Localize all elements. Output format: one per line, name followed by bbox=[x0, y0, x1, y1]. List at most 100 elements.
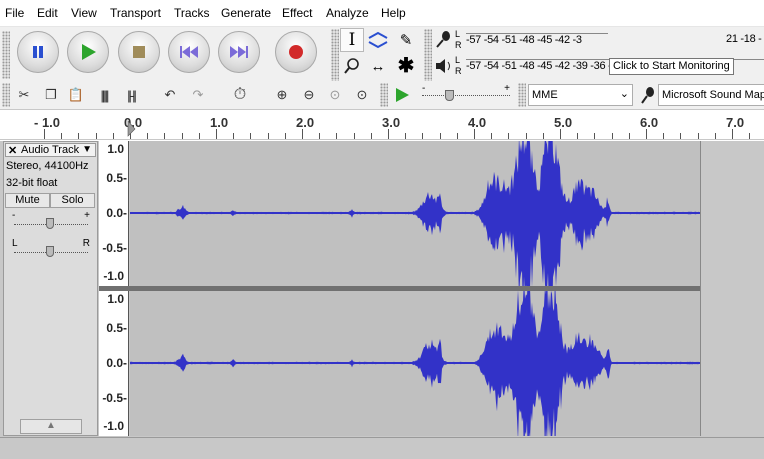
ruler-tick bbox=[44, 129, 45, 139]
toolbar-grip[interactable] bbox=[380, 83, 388, 107]
zoom-tool[interactable] bbox=[340, 54, 364, 78]
menu-effect[interactable]: Effect bbox=[282, 6, 312, 20]
collapse-track-button[interactable]: ▲ bbox=[20, 419, 82, 434]
microphone-icon bbox=[436, 31, 450, 48]
ruler-label: 2.0 bbox=[296, 115, 315, 130]
speed-minus-label: - bbox=[422, 83, 426, 94]
toolbar-grip[interactable] bbox=[2, 83, 10, 107]
waveform-right-channel[interactable] bbox=[130, 291, 700, 436]
scale-label: -0.5- bbox=[102, 391, 127, 405]
close-icon[interactable]: ✕ bbox=[8, 144, 17, 157]
toolbar-grip[interactable] bbox=[518, 83, 526, 107]
scale-label: 1.0 bbox=[107, 292, 124, 306]
mute-button[interactable]: Mute bbox=[5, 193, 50, 208]
sync-lock-button[interactable]: ⏱ bbox=[228, 83, 252, 107]
record-meter[interactable]: -57 -54 -51 -48 -45 -42 -3 bbox=[466, 33, 608, 55]
silence-audio-icon: ||-|| bbox=[127, 87, 137, 103]
track-control-panel: ✕ Audio Track ▼ Stereo, 44100Hz 32-bit f… bbox=[3, 141, 98, 436]
record-button[interactable] bbox=[275, 31, 317, 73]
gain-slider[interactable]: - + bbox=[12, 210, 90, 230]
waveform-right-svg bbox=[130, 291, 700, 436]
silence-button[interactable]: ||-|| bbox=[119, 83, 143, 107]
undo-button[interactable]: ↶ bbox=[158, 83, 182, 107]
ruler-tick bbox=[474, 129, 475, 139]
paste-button[interactable]: 📋 bbox=[64, 83, 88, 107]
chevron-down-icon: ⌄ bbox=[619, 88, 629, 100]
audio-host-select[interactable]: MME ⌄ bbox=[528, 84, 633, 106]
menu-help[interactable]: Help bbox=[381, 6, 406, 20]
track-name[interactable]: Audio Track bbox=[21, 144, 79, 156]
zoom-out-button[interactable]: ⊖ bbox=[297, 83, 321, 107]
gain-slider-thumb[interactable] bbox=[46, 218, 54, 229]
play-head-icon bbox=[127, 120, 136, 137]
redo-button[interactable]: ↷ bbox=[186, 83, 210, 107]
copy-button[interactable]: ❐ bbox=[39, 83, 63, 107]
multi-tool[interactable]: ✱ bbox=[394, 54, 418, 78]
beyond-clip-area[interactable] bbox=[700, 141, 764, 436]
solo-button[interactable]: Solo bbox=[50, 193, 95, 208]
skip-to-end-button[interactable] bbox=[218, 31, 260, 73]
speed-slider-thumb[interactable] bbox=[445, 90, 454, 101]
recording-device-select[interactable]: Microsoft Sound Mapp bbox=[658, 84, 764, 106]
skip-to-start-button[interactable] bbox=[168, 31, 210, 73]
play-at-speed-button[interactable] bbox=[390, 83, 414, 107]
toolbar-grip[interactable] bbox=[2, 31, 10, 79]
waveform-left-channel[interactable] bbox=[130, 141, 700, 286]
menu-tracks[interactable]: Tracks bbox=[174, 6, 210, 20]
draw-tool[interactable]: ✎ bbox=[394, 28, 418, 52]
ruler-label: 3.0 bbox=[382, 115, 401, 130]
scale-label: -1.0 bbox=[103, 269, 124, 283]
fit-project-icon: ⊙ bbox=[356, 87, 368, 102]
redo-icon: ↷ bbox=[192, 87, 204, 102]
pencil-icon: ✎ bbox=[399, 31, 413, 49]
right-channel-label: R bbox=[455, 66, 462, 76]
menu-view[interactable]: View bbox=[71, 6, 97, 20]
record-meter-scale: -57 -54 -51 -48 -45 -42 -3 bbox=[466, 34, 582, 46]
selection-tool[interactable]: I bbox=[340, 28, 364, 52]
record-meter-scale-right: 21 -18 - bbox=[726, 33, 764, 55]
pause-icon bbox=[33, 46, 43, 58]
fit-selection-button[interactable]: ⊙ bbox=[323, 83, 347, 107]
skip-start-icon bbox=[180, 46, 198, 58]
scale-label: 1.0 bbox=[107, 142, 124, 156]
audio-host-value: MME bbox=[532, 89, 558, 101]
ruler-tick bbox=[663, 133, 665, 139]
play-meter-lr: LR bbox=[455, 55, 462, 77]
pause-button[interactable] bbox=[17, 31, 59, 73]
fit-project-button[interactable]: ⊙ bbox=[350, 83, 374, 107]
menu-transport[interactable]: Transport bbox=[110, 6, 161, 20]
track-title-bar[interactable]: ✕ Audio Track ▼ bbox=[5, 143, 96, 157]
vertical-scale-left-channel[interactable]: 1.0 0.5- 0.0- -0.5- -1.0 bbox=[99, 141, 129, 286]
ruler-tick bbox=[267, 133, 269, 139]
timeline-ruler[interactable]: - 1.0 0.0 1.0 2.0 3.0 4.0 5.0 6.0 7.0 bbox=[0, 111, 764, 140]
menu-generate[interactable]: Generate bbox=[221, 6, 271, 20]
recording-device-value: Microsoft Sound Mapp bbox=[662, 89, 764, 101]
ruler-tick bbox=[147, 133, 149, 139]
envelope-tool[interactable] bbox=[366, 28, 390, 52]
zoom-in-button[interactable]: ⊕ bbox=[270, 83, 294, 107]
time-shift-tool[interactable]: ↔ bbox=[366, 54, 390, 78]
ruler-tick bbox=[577, 133, 579, 139]
pan-slider[interactable]: L R bbox=[12, 238, 90, 258]
ruler-tick bbox=[749, 133, 751, 139]
track-bit-depth-info: 32-bit float bbox=[6, 177, 58, 189]
trim-button[interactable]: ||||| bbox=[92, 83, 116, 107]
play-speed-slider[interactable]: - + bbox=[420, 83, 512, 101]
menu-file[interactable]: File bbox=[5, 6, 24, 20]
ruler-tick bbox=[732, 129, 733, 139]
vertical-scale-right-channel[interactable]: 1.0 0.5- 0.0- -0.5- -1.0 bbox=[99, 291, 129, 436]
gain-plus-label: + bbox=[84, 210, 90, 221]
record-meter-button[interactable] bbox=[432, 27, 456, 51]
stop-button[interactable] bbox=[118, 31, 160, 73]
menu-edit[interactable]: Edit bbox=[37, 6, 58, 20]
cut-button[interactable]: ✂ bbox=[12, 83, 36, 107]
ruler-tick bbox=[714, 133, 716, 139]
play-button[interactable] bbox=[67, 31, 109, 73]
toolbar-grip[interactable] bbox=[424, 29, 432, 81]
menu-analyze[interactable]: Analyze bbox=[326, 6, 369, 20]
toolbar-grip[interactable] bbox=[331, 29, 339, 81]
play-meter-button[interactable] bbox=[432, 54, 456, 78]
track-format-info: Stereo, 44100Hz bbox=[6, 160, 89, 172]
track-menu-arrow-icon[interactable]: ▼ bbox=[82, 144, 92, 155]
pan-slider-thumb[interactable] bbox=[46, 246, 54, 257]
